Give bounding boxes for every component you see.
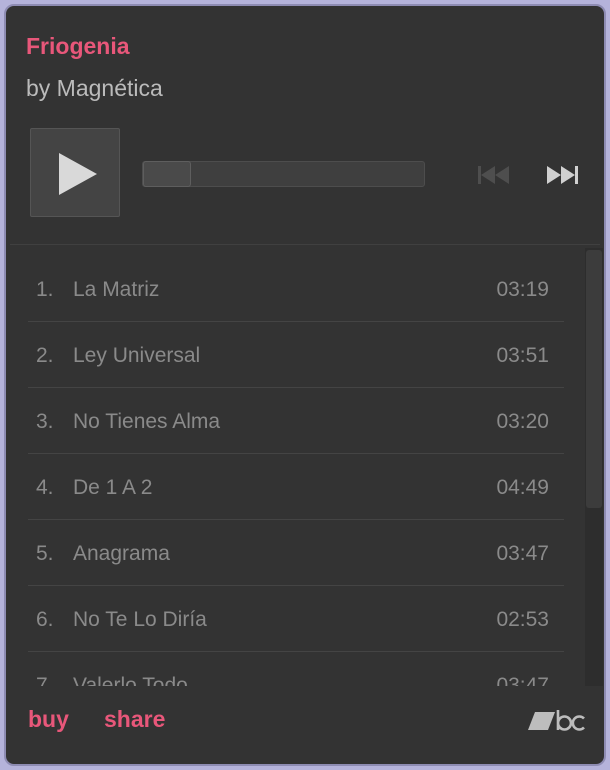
- progress-handle[interactable]: [143, 161, 191, 187]
- bandcamp-player: Friogenia by Magnética 1. La Matriz 03:1…: [4, 4, 606, 766]
- bandcamp-logo-icon[interactable]: [526, 708, 586, 734]
- track-row[interactable]: 2. Ley Universal 03:51: [28, 322, 564, 388]
- track-duration: 03:19: [496, 278, 549, 301]
- track-title[interactable]: Anagrama: [73, 542, 170, 566]
- track-row[interactable]: 6. No Te Lo Diría 02:53: [28, 586, 564, 652]
- track-duration: 03:20: [496, 410, 549, 433]
- album-title[interactable]: Friogenia: [26, 30, 584, 62]
- album-header: Friogenia by Magnética: [26, 30, 584, 104]
- play-button[interactable]: [30, 128, 120, 217]
- track-number: 3.: [36, 410, 54, 433]
- scrollbar-thumb[interactable]: [586, 250, 602, 508]
- buy-link[interactable]: buy: [28, 706, 69, 733]
- track-row[interactable]: 1. La Matriz 03:19: [28, 256, 564, 322]
- next-track-button[interactable]: [546, 165, 582, 185]
- skip-previous-icon: [478, 166, 509, 184]
- track-title[interactable]: De 1 A 2: [73, 476, 152, 500]
- track-number: 7.: [36, 674, 54, 686]
- track-list: 1. La Matriz 03:19 2. Ley Universal 03:5…: [28, 256, 564, 686]
- track-row[interactable]: 7. Valerlo Todo 03:47: [28, 652, 564, 686]
- track-duration: 03:47: [496, 542, 549, 565]
- track-number: 5.: [36, 542, 54, 565]
- track-title[interactable]: La Matriz: [73, 278, 159, 302]
- play-icon: [59, 153, 97, 195]
- divider: [10, 244, 600, 245]
- track-number: 6.: [36, 608, 54, 631]
- track-row[interactable]: 3. No Tienes Alma 03:20: [28, 388, 564, 454]
- track-title[interactable]: No Tienes Alma: [73, 410, 220, 434]
- share-link[interactable]: share: [104, 706, 165, 733]
- track-title[interactable]: Ley Universal: [73, 344, 200, 368]
- artist-name[interactable]: by Magnética: [26, 72, 584, 104]
- track-duration: 03:51: [496, 344, 549, 367]
- track-duration: 04:49: [496, 476, 549, 499]
- track-number: 1.: [36, 278, 54, 301]
- track-duration: 03:47: [496, 674, 549, 686]
- skip-next-icon: [547, 166, 578, 184]
- track-row[interactable]: 4. De 1 A 2 04:49: [28, 454, 564, 520]
- track-title[interactable]: Valerlo Todo: [73, 674, 188, 686]
- track-row[interactable]: 5. Anagrama 03:47: [28, 520, 564, 586]
- tracklist-scrollbar[interactable]: [585, 248, 603, 686]
- track-number: 2.: [36, 344, 54, 367]
- track-number: 4.: [36, 476, 54, 499]
- previous-track-button[interactable]: [476, 165, 512, 185]
- track-duration: 02:53: [496, 608, 549, 631]
- track-title[interactable]: No Te Lo Diría: [73, 608, 207, 632]
- progress-slider[interactable]: [142, 161, 425, 187]
